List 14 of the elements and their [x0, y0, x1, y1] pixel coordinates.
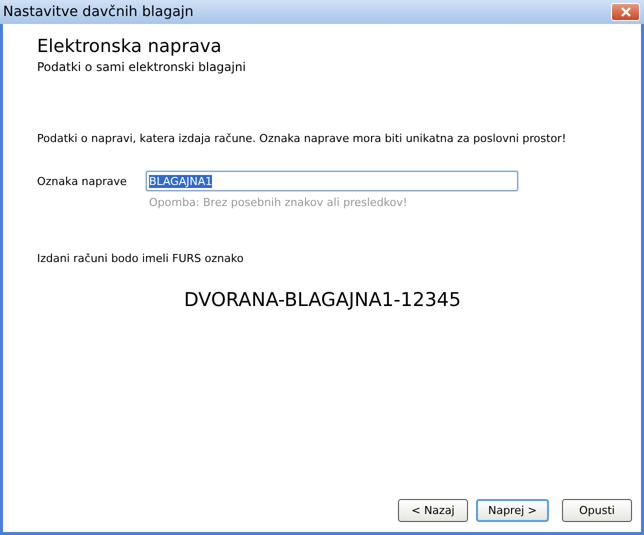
page-heading: Elektronska naprava	[37, 36, 223, 57]
field-hint: Opomba: Brez posebnih znakov ali presledkov!	[149, 196, 408, 209]
window-title: Nastavitve davčnih blagajn	[3, 4, 194, 20]
description-text: Podatki o napravi, katera izdaja račune. Oznaka naprave mora biti unikatna za poslovni prostor!	[37, 132, 568, 145]
page-subtitle: Podatki o sami elektronski blagajni	[37, 60, 247, 74]
close-button[interactable]	[611, 3, 640, 21]
close-icon	[620, 7, 632, 17]
dialog-button[interactable]: < Nazaj	[398, 499, 468, 522]
dialog-button[interactable]: Opusti	[562, 499, 632, 522]
field-label: Oznaka naprave	[37, 174, 128, 188]
furs-code: DVORANA-BLAGAJNA1-12345	[183, 289, 462, 311]
dialog-button[interactable]: Naprej >	[476, 499, 549, 522]
input-field[interactable]: BLAGAJNA1	[146, 171, 518, 191]
preview-label: Izdani računi bodo imeli FURS oznako	[37, 252, 245, 265]
